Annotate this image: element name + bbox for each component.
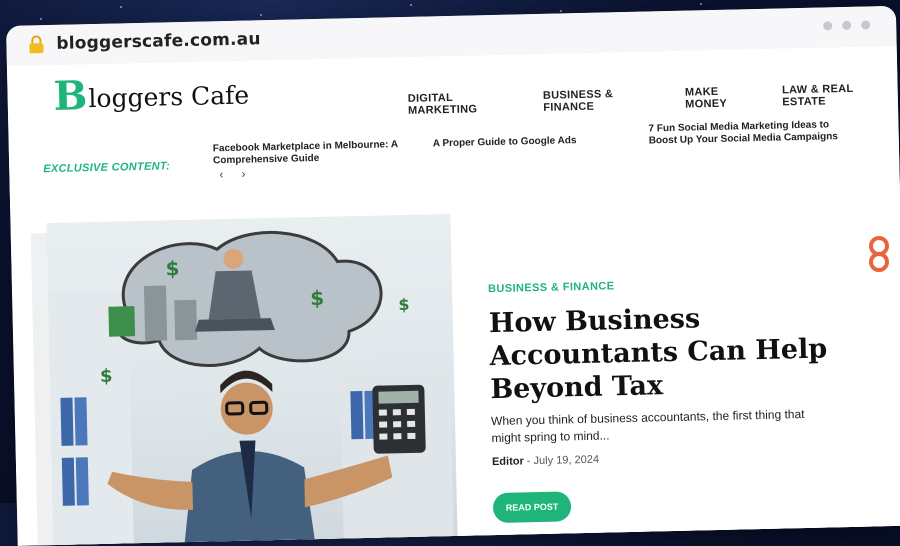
read-post-button[interactable]: READ POST	[492, 491, 572, 524]
svg-text:$: $	[398, 295, 410, 314]
link-icon	[869, 236, 889, 272]
featured-post: $ $ $ $ BUSINESS & FINANCE How Business …	[30, 213, 884, 546]
guestpostlinks-badge: GUESTPOSTLINKS	[866, 40, 892, 272]
logo-letter: B	[53, 72, 88, 120]
lock-icon	[29, 35, 44, 54]
window-dot[interactable]	[861, 20, 871, 30]
svg-text:$: $	[310, 286, 324, 310]
ticker-item[interactable]: A Proper Guide to Google Ads	[433, 134, 623, 150]
website-page: B loggers Cafe DIGITAL MARKETING BUSINES…	[6, 45, 900, 546]
post-date: July 19, 2024	[533, 453, 600, 468]
nav-business-finance[interactable]: BUSINESS & FINANCE	[543, 87, 665, 114]
accountant-illustration: $ $ $ $	[48, 231, 454, 546]
prev-arrow-icon[interactable]: ‹	[219, 167, 223, 181]
post-meta: Editor - July 19, 2024	[492, 454, 599, 468]
ticker-item[interactable]: 7 Fun Social Media Marketing Ideas to Bo…	[648, 119, 858, 148]
meta-separator: -	[526, 455, 531, 468]
url-text[interactable]: bloggerscafe.com.au	[56, 29, 261, 54]
main-nav: DIGITAL MARKETING BUSINESS & FINANCE MAK…	[408, 82, 898, 117]
window-dot[interactable]	[823, 21, 833, 31]
window-dot[interactable]	[842, 20, 852, 31]
logo-text: loggers Cafe	[88, 80, 250, 114]
svg-text:$: $	[165, 256, 179, 280]
window-controls	[823, 20, 871, 31]
ticker-item[interactable]: Facebook Marketplace in Melbourne: A Com…	[213, 139, 403, 167]
post-excerpt: When you think of business accountants, …	[490, 406, 805, 446]
featured-image[interactable]: $ $ $ $	[46, 213, 458, 546]
svg-text:$: $	[100, 366, 113, 387]
exclusive-ticker: EXCLUSIVE CONTENT: Facebook Marketplace …	[8, 119, 900, 208]
post-category[interactable]: BUSINESS & FINANCE	[488, 280, 615, 295]
browser-window: bloggerscafe.com.au B loggers Cafe DIGIT…	[6, 5, 900, 546]
featured-post-card: BUSINESS & FINANCE How Business Accounta…	[450, 214, 884, 544]
post-author[interactable]: Editor	[492, 455, 524, 468]
nav-make-money[interactable]: MAKE MONEY	[685, 85, 763, 111]
next-arrow-icon[interactable]: ›	[241, 167, 245, 181]
site-logo[interactable]: B loggers Cafe	[53, 72, 250, 120]
nav-digital-marketing[interactable]: DIGITAL MARKETING	[408, 90, 524, 117]
ticker-label: EXCLUSIVE CONTENT:	[43, 160, 171, 176]
post-title[interactable]: How Business Accountants Can Help Beyond…	[489, 299, 851, 406]
